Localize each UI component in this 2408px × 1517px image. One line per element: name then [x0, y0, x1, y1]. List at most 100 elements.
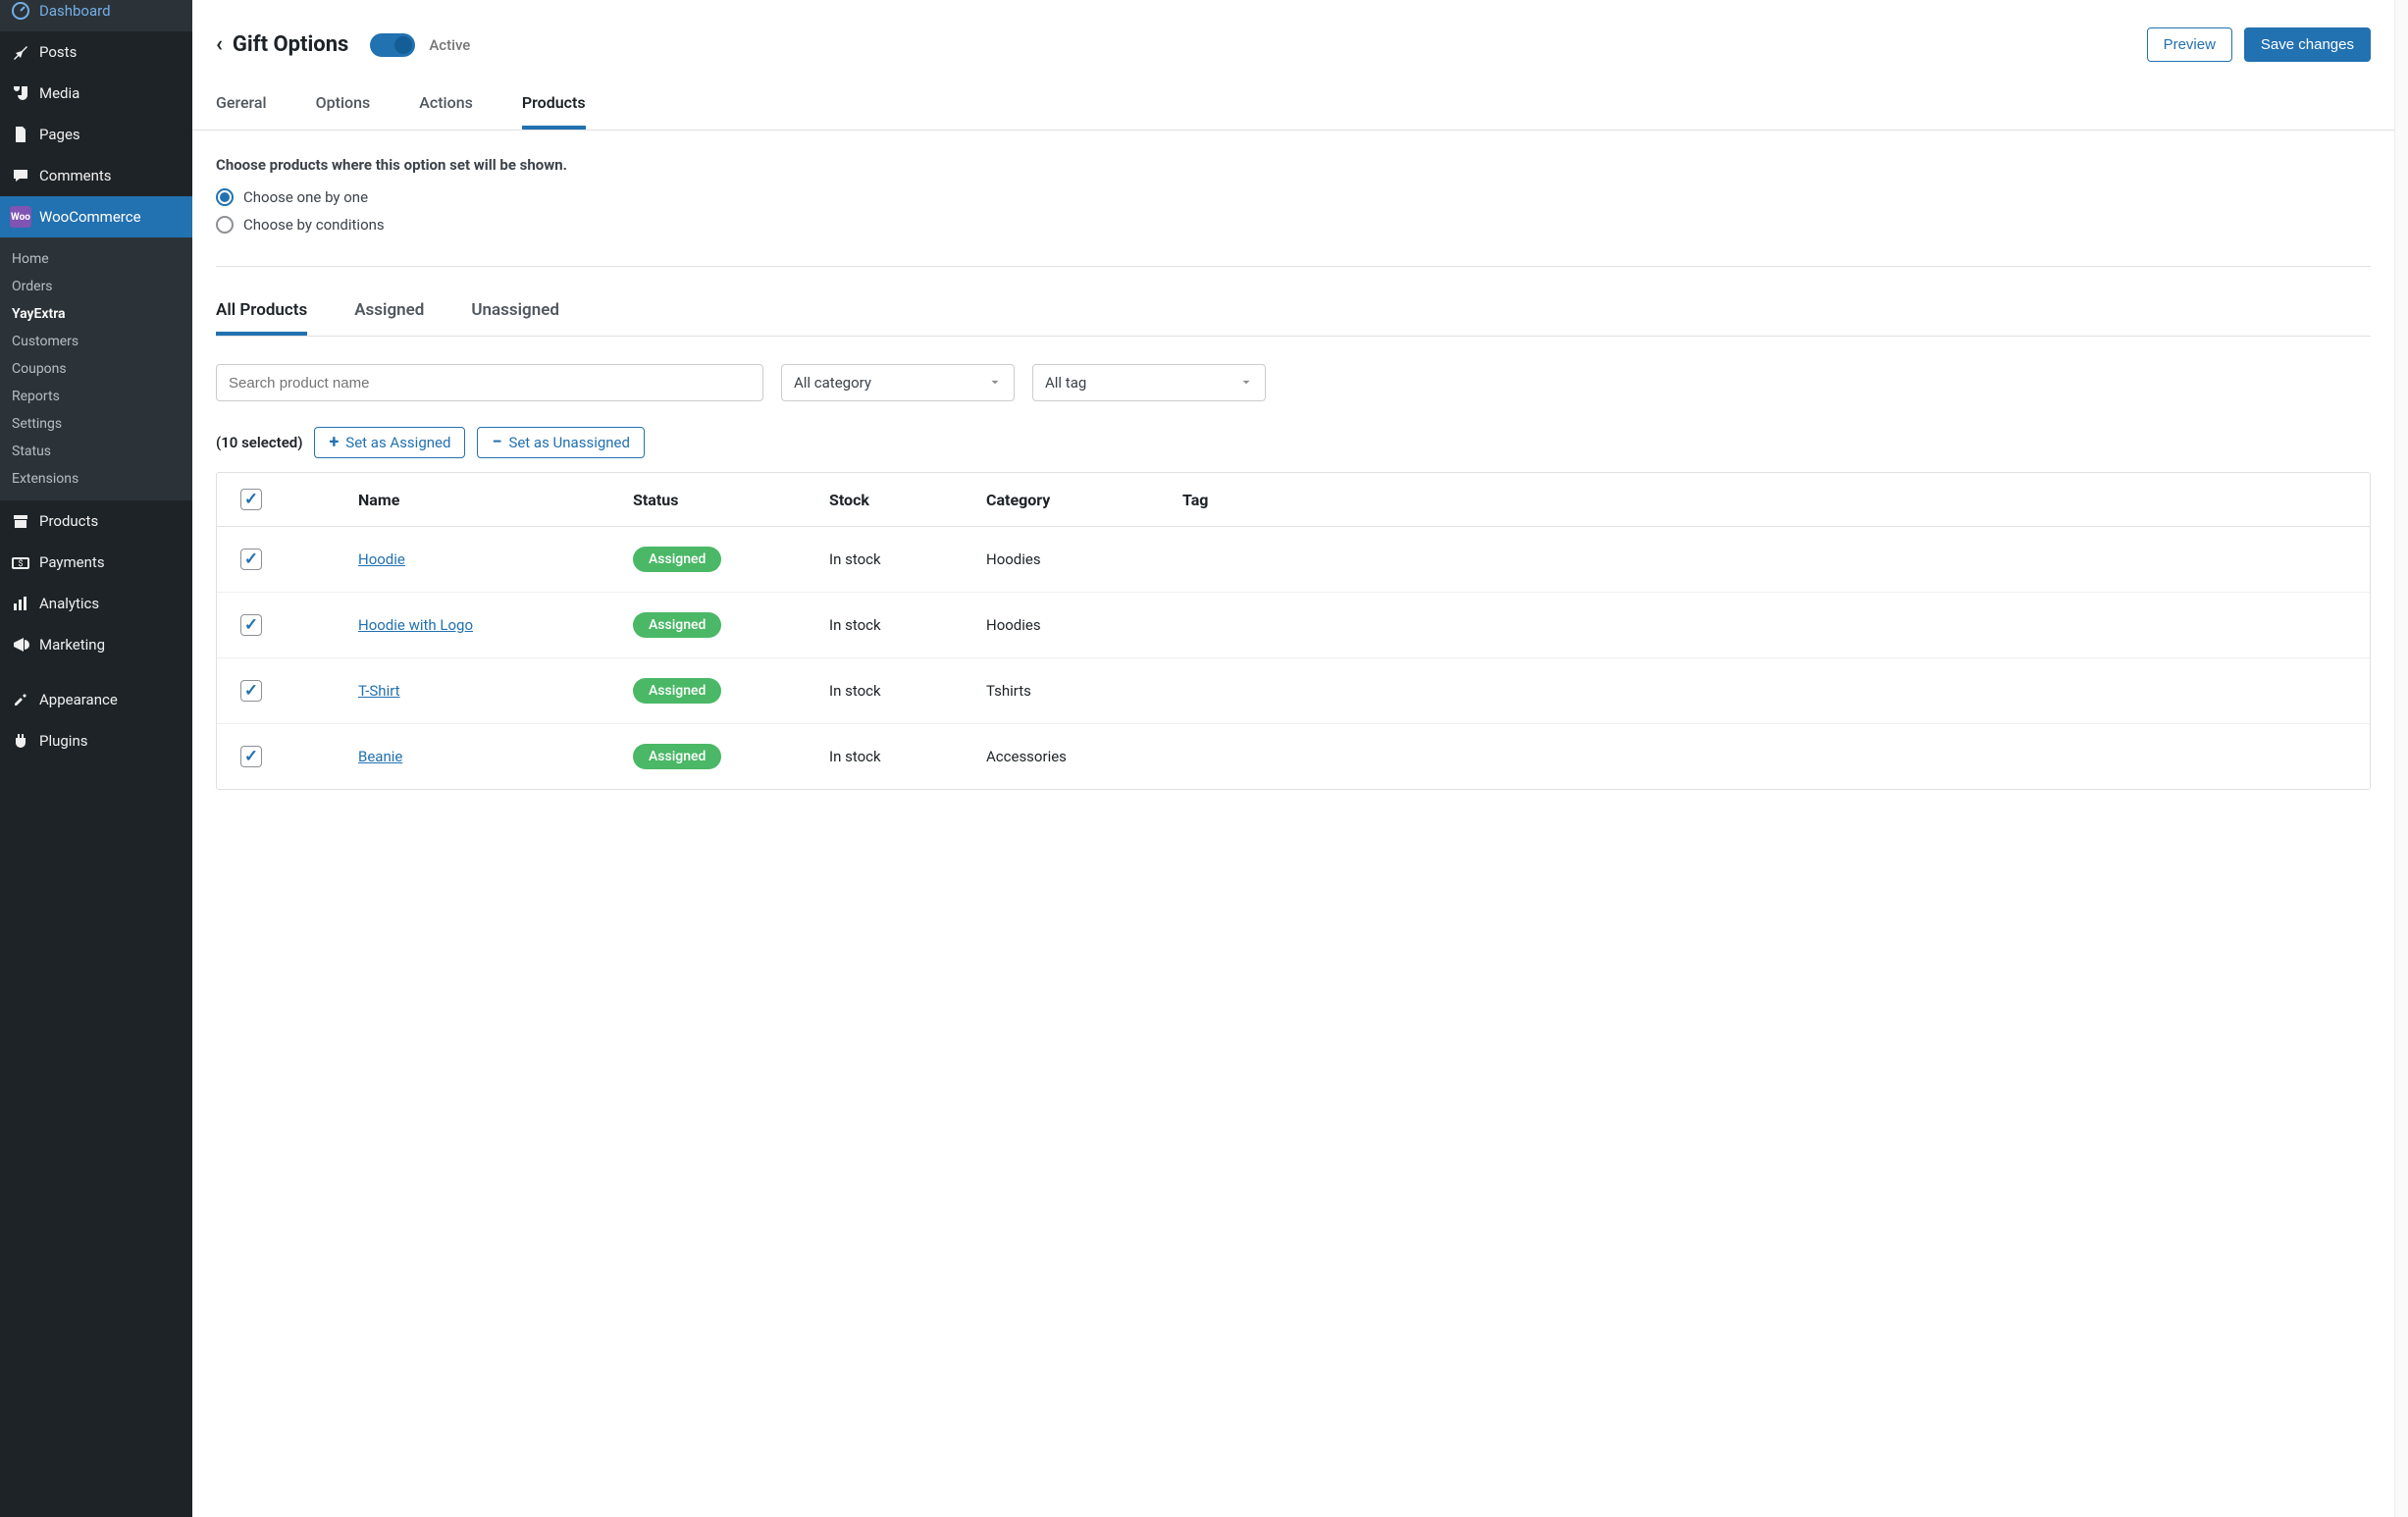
page-title: Gift Options	[233, 32, 348, 57]
sidebar-label: Analytics	[39, 595, 99, 612]
product-subtabs: All Products Assigned Unassigned	[216, 300, 2371, 337]
plus-icon: +	[329, 434, 339, 451]
table-header: Name Status Stock Category Tag	[217, 473, 2370, 527]
tab-content: Choose products where this option set wi…	[192, 131, 2394, 819]
active-toggle[interactable]	[370, 33, 415, 57]
main-tabs: Gereral Options Actions Products	[192, 79, 2394, 131]
sidebar-item-media[interactable]: Media	[0, 73, 192, 114]
header-actions: Preview Save changes	[2147, 27, 2371, 62]
tab-options[interactable]: Options	[316, 79, 371, 130]
sub-item-status[interactable]: Status	[0, 438, 192, 465]
stock-value: In stock	[829, 748, 986, 765]
woo-icon: Woo	[10, 206, 31, 228]
sidebar-item-posts[interactable]: Posts	[0, 31, 192, 73]
sub-item-home[interactable]: Home	[0, 245, 192, 273]
plugins-icon	[10, 730, 31, 752]
radio-one-by-one[interactable]: Choose one by one	[216, 183, 2371, 211]
filters-row: All category All tag	[216, 364, 2371, 401]
set-unassigned-button[interactable]: − Set as Unassigned	[477, 427, 645, 458]
main-content: ‹ Gift Options Active Preview Save chang…	[192, 0, 2408, 1517]
sidebar-item-woocommerce[interactable]: Woo WooCommerce	[0, 196, 192, 237]
table-row: T-Shirt Assigned In stock Tshirts	[217, 658, 2370, 724]
radio-label: Choose one by one	[243, 188, 368, 206]
product-link[interactable]: Hoodie with Logo	[358, 616, 473, 634]
sub-item-extensions[interactable]: Extensions	[0, 465, 192, 493]
back-button[interactable]: ‹	[216, 32, 223, 57]
chevron-down-icon	[988, 376, 1002, 390]
row-checkbox[interactable]	[240, 680, 262, 702]
sidebar-label: Appearance	[39, 691, 118, 708]
sidebar-item-pages[interactable]: Pages	[0, 114, 192, 155]
sidebar-label: Dashboard	[39, 2, 111, 20]
scrollbar[interactable]	[2394, 0, 2408, 1517]
archive-icon	[10, 510, 31, 532]
th-category: Category	[986, 491, 1182, 509]
sidebar-item-appearance[interactable]: Appearance	[0, 679, 192, 720]
category-select[interactable]: All category	[781, 364, 1015, 401]
th-status: Status	[633, 491, 829, 509]
tab-actions[interactable]: Actions	[419, 79, 473, 130]
radio-icon	[216, 216, 234, 234]
tab-general[interactable]: Gereral	[216, 79, 267, 130]
dashboard-icon	[10, 0, 31, 22]
sidebar-item-payments[interactable]: $ Payments	[0, 542, 192, 583]
sidebar-label: Products	[39, 512, 98, 530]
products-table: Name Status Stock Category Tag Hoodie As…	[216, 472, 2371, 790]
sidebar-item-products[interactable]: Products	[0, 500, 192, 542]
sidebar-item-marketing[interactable]: Marketing	[0, 624, 192, 665]
sidebar-item-comments[interactable]: Comments	[0, 155, 192, 196]
sidebar-item-plugins[interactable]: Plugins	[0, 720, 192, 761]
category-value: Hoodies	[986, 550, 1182, 568]
sub-item-reports[interactable]: Reports	[0, 383, 192, 410]
sidebar-label: Media	[39, 84, 79, 102]
tab-products[interactable]: Products	[522, 79, 586, 130]
stock-value: In stock	[829, 550, 986, 568]
th-stock: Stock	[829, 491, 986, 509]
divider	[216, 266, 2371, 267]
set-assigned-button[interactable]: + Set as Assigned	[314, 427, 465, 458]
radio-icon	[216, 188, 234, 206]
admin-sidebar: Dashboard Posts Media Pages Comments Woo…	[0, 0, 192, 1517]
subtab-assigned[interactable]: Assigned	[354, 300, 424, 336]
sub-item-settings[interactable]: Settings	[0, 410, 192, 438]
table-row: Hoodie with Logo Assigned In stock Hoodi…	[217, 593, 2370, 658]
tag-select[interactable]: All tag	[1032, 364, 1266, 401]
product-link[interactable]: Beanie	[358, 748, 402, 765]
analytics-icon	[10, 593, 31, 614]
page-header: ‹ Gift Options Active Preview Save chang…	[192, 0, 2394, 79]
row-checkbox[interactable]	[240, 549, 262, 570]
minus-icon: −	[492, 434, 501, 451]
row-checkbox[interactable]	[240, 746, 262, 767]
sidebar-label: Payments	[39, 553, 105, 571]
media-icon	[10, 82, 31, 104]
sub-item-orders[interactable]: Orders	[0, 273, 192, 300]
sub-item-customers[interactable]: Customers	[0, 328, 192, 355]
row-checkbox[interactable]	[240, 614, 262, 636]
appearance-icon	[10, 689, 31, 710]
marketing-icon	[10, 634, 31, 655]
sidebar-label: Marketing	[39, 636, 105, 654]
select-all-checkbox[interactable]	[240, 489, 262, 510]
sub-item-yayextra[interactable]: YayExtra	[0, 300, 192, 328]
radio-conditions[interactable]: Choose by conditions	[216, 211, 2371, 238]
product-link[interactable]: T-Shirt	[358, 682, 400, 700]
sub-item-coupons[interactable]: Coupons	[0, 355, 192, 383]
sidebar-label: WooCommerce	[39, 208, 141, 226]
preview-button[interactable]: Preview	[2147, 27, 2232, 62]
table-row: Beanie Assigned In stock Accessories	[217, 724, 2370, 789]
subtab-all[interactable]: All Products	[216, 300, 307, 336]
sidebar-item-analytics[interactable]: Analytics	[0, 583, 192, 624]
table-row: Hoodie Assigned In stock Hoodies	[217, 527, 2370, 593]
product-link[interactable]: Hoodie	[358, 550, 405, 568]
chevron-down-icon	[1239, 376, 1253, 390]
save-button[interactable]: Save changes	[2244, 27, 2371, 62]
search-input[interactable]	[216, 364, 763, 401]
sidebar-label: Comments	[39, 167, 112, 184]
subtab-unassigned[interactable]: Unassigned	[471, 300, 559, 336]
woo-submenu: Home Orders YayExtra Customers Coupons R…	[0, 237, 192, 500]
category-value: Tshirts	[986, 682, 1182, 700]
stock-value: In stock	[829, 616, 986, 634]
sidebar-item-dashboard[interactable]: Dashboard	[0, 0, 192, 31]
tag-select-value: All tag	[1045, 374, 1086, 392]
selected-count: (10 selected)	[216, 434, 302, 451]
